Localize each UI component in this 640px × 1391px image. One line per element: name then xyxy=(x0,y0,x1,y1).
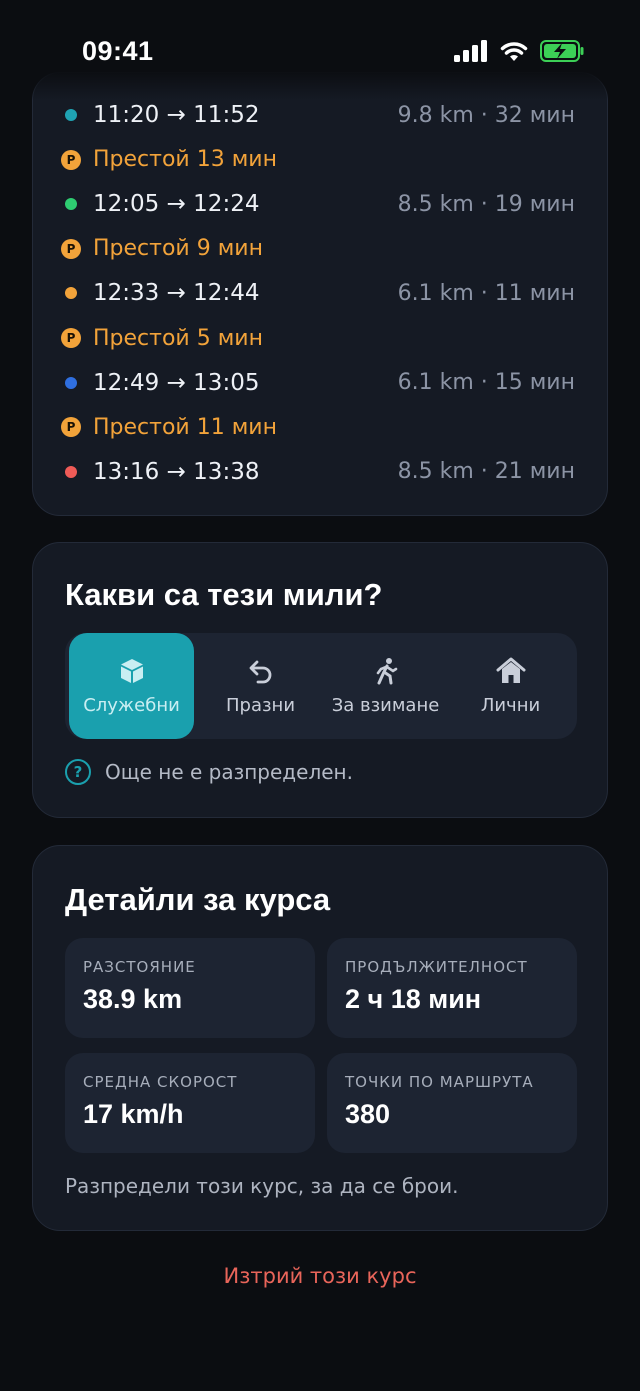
trip-segment-row: 11:20 → 11:52 9.8 km · 32 мин xyxy=(33,95,607,135)
home-icon xyxy=(496,657,525,683)
parking-icon: P xyxy=(61,328,81,348)
segment-color-dot xyxy=(65,198,77,211)
battery-charging-icon xyxy=(540,40,584,62)
segment-color-dot xyxy=(65,109,77,121)
stop-row: P Престой 5 мин xyxy=(33,318,607,358)
option-empty-label: Празни xyxy=(225,694,296,716)
segment-distance-duration: 9.8 km · 32 мин xyxy=(397,102,575,128)
stat-label: ТОЧКИ ПО МАРШРУТА xyxy=(345,1073,534,1091)
stop-duration: Престой 5 мин xyxy=(93,325,263,351)
stat-label: РАЗСТОЯНИЕ xyxy=(83,958,196,976)
unassigned-hint: ? Още не е разпределен. xyxy=(65,759,353,785)
details-note: Разпредели този курс, за да се брои. xyxy=(65,1174,459,1198)
status-icons xyxy=(454,40,584,62)
option-business-label: Служебни xyxy=(83,694,180,716)
status-time: 09:41 xyxy=(82,36,154,66)
segment-color-dot xyxy=(65,287,77,300)
segment-distance-duration: 8.5 km · 19 мин xyxy=(397,191,575,217)
trip-segment-row: 13:16 → 13:38 8.5 km · 21 мин xyxy=(33,452,607,492)
stat-distance: РАЗСТОЯНИЕ 38.9 km xyxy=(65,938,315,1038)
segment-time: 11:20 → 11:52 xyxy=(93,102,260,128)
details-title: Детайли за курса xyxy=(65,882,331,917)
stop-duration: Престой 9 мин xyxy=(93,236,263,262)
stop-duration: Престой 11 мин xyxy=(93,414,277,440)
segment-time: 12:49 → 13:05 xyxy=(93,369,260,396)
segment-distance-duration: 6.1 km · 11 мин xyxy=(397,280,575,306)
stat-route-points: ТОЧКИ ПО МАРШРУТА 380 xyxy=(327,1053,577,1153)
hint-text: Още не е разпределен. xyxy=(105,760,353,784)
stop-row: P Престой 9 мин xyxy=(33,229,607,269)
stat-value: 2 ч 18 мин xyxy=(345,984,482,1014)
return-arrow-icon xyxy=(249,660,271,683)
stat-label: ПРОДЪЛЖИТЕЛНОСТ xyxy=(345,958,528,976)
box-icon xyxy=(120,658,143,683)
segment-time: 12:05 → 12:24 xyxy=(93,191,260,218)
parking-icon: P xyxy=(61,417,81,438)
segment-time: 13:16 → 13:38 xyxy=(93,458,260,485)
option-pickup-label: За взимане xyxy=(331,694,440,716)
walking-person-icon xyxy=(376,657,397,684)
parking-icon: P xyxy=(61,238,81,259)
stat-value: 17 km/h xyxy=(83,1099,184,1129)
stat-duration: ПРОДЪЛЖИТЕЛНОСТ 2 ч 18 мин xyxy=(327,938,577,1038)
parking-icon: P xyxy=(61,149,81,170)
question-icon: ? xyxy=(65,759,91,785)
option-personal-label: Лични xyxy=(480,694,541,716)
delete-trip-button[interactable]: Изтрий този курс xyxy=(0,1264,640,1288)
option-personal[interactable]: Лични xyxy=(448,633,573,739)
stop-row: P Престой 11 мин xyxy=(33,407,607,447)
segment-distance-duration: 8.5 km · 21 мин xyxy=(397,459,575,485)
option-business[interactable]: Служебни xyxy=(69,633,194,739)
stat-average-speed: СРЕДНА СКОРОСТ 17 km/h xyxy=(65,1053,315,1153)
cellular-signal-icon xyxy=(454,40,487,62)
option-pickup[interactable]: За взимане xyxy=(323,633,448,739)
segment-time: 12:33 → 12:44 xyxy=(93,280,260,307)
segment-distance-duration: 6.1 km · 15 мин xyxy=(397,370,575,396)
trip-segment-row: 12:05 → 12:24 8.5 km · 19 мин xyxy=(33,184,607,224)
miles-type-selector: Служебни Празни За взимане Лични xyxy=(65,633,577,739)
stat-value: 380 xyxy=(345,1099,391,1129)
trip-details-card: Детайли за курса РАЗСТОЯНИЕ 38.9 km ПРОД… xyxy=(32,845,608,1231)
wifi-icon xyxy=(500,42,528,61)
segment-color-dot xyxy=(65,376,77,389)
stat-label: СРЕДНА СКОРОСТ xyxy=(83,1073,238,1091)
status-bar: 09:41 xyxy=(0,0,640,100)
segment-color-dot xyxy=(65,465,77,478)
miles-type-title: Какви са тези мили? xyxy=(65,577,383,612)
stop-row: P Престой 13 мин xyxy=(33,140,607,180)
stat-value: 38.9 km xyxy=(83,984,183,1014)
stop-duration: Престой 13 мин xyxy=(93,147,277,173)
trip-segments-card: 11:20 → 11:52 9.8 km · 32 мин P Престой 13 … xyxy=(32,72,608,516)
trip-segment-row: 12:33 → 12:44 6.1 km · 11 мин xyxy=(33,273,607,313)
miles-type-card: Какви са тези мили? Служебни Празни За в… xyxy=(32,542,608,818)
option-empty[interactable]: Празни xyxy=(198,633,323,739)
trip-segment-row: 12:49 → 13:05 6.1 km · 15 мин xyxy=(33,363,607,403)
